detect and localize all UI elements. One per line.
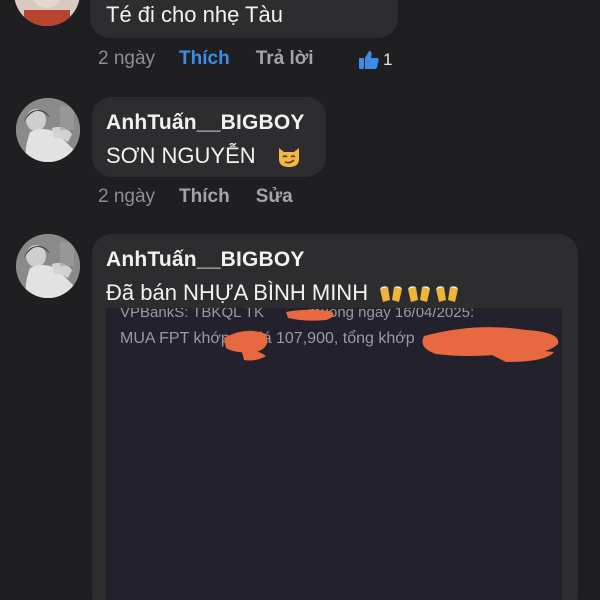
comment-time: 2 ngày <box>98 48 156 69</box>
comment-text: Té đi cho nhẹ Tàu <box>106 2 283 27</box>
avatar-photo <box>16 98 80 162</box>
like-count: 1 <box>383 50 393 69</box>
comment-text-row: SƠN NGUYỄN <box>106 143 326 169</box>
commenter-avatar[interactable] <box>16 234 80 298</box>
commenter-avatar[interactable] <box>14 0 80 26</box>
comment-bubble: Té đi cho nhẹ Tàu <box>90 0 398 38</box>
thumbs-up-icon <box>358 50 380 70</box>
comment-actions: 2 ngày Thích Trả lời <box>98 48 314 70</box>
comment-author[interactable]: AnhTuấn__BIGBOY <box>106 248 578 272</box>
comment-author[interactable]: AnhTuấn__BIGBOY <box>106 111 326 135</box>
comment-thread: Té đi cho nhẹ Tàu 2 ngày Thích Trả lời 1… <box>0 0 600 600</box>
comment-actions: 2 ngày Thích Sửa <box>98 186 293 208</box>
beer-mugs-icon <box>378 280 460 306</box>
edit-button[interactable]: Sửa <box>256 186 293 208</box>
comment-text: SƠN NGUYỄN <box>106 143 256 168</box>
comment-time: 2 ngày <box>98 186 156 207</box>
attached-screenshot[interactable]: VPBankS: TBKQL TK muong ngay 16/04/2025:… <box>106 308 562 600</box>
comment-text-row: Đã bán NHỰA BÌNH MINH <box>106 280 578 306</box>
like-button[interactable]: Thích <box>179 186 230 208</box>
like-count-badge[interactable]: 1 <box>358 50 392 70</box>
commenter-avatar[interactable] <box>16 98 80 162</box>
smirking-cat-icon <box>276 143 302 169</box>
reply-button[interactable]: Trả lời <box>256 48 314 70</box>
avatar-photo <box>16 234 80 298</box>
like-button[interactable]: Thích <box>179 48 230 70</box>
redaction-marks <box>224 309 559 362</box>
comment-bubble: AnhTuấn__BIGBOY SƠN NGUYỄN <box>92 97 326 177</box>
comment-text: Đã bán NHỰA BÌNH MINH <box>106 280 369 305</box>
